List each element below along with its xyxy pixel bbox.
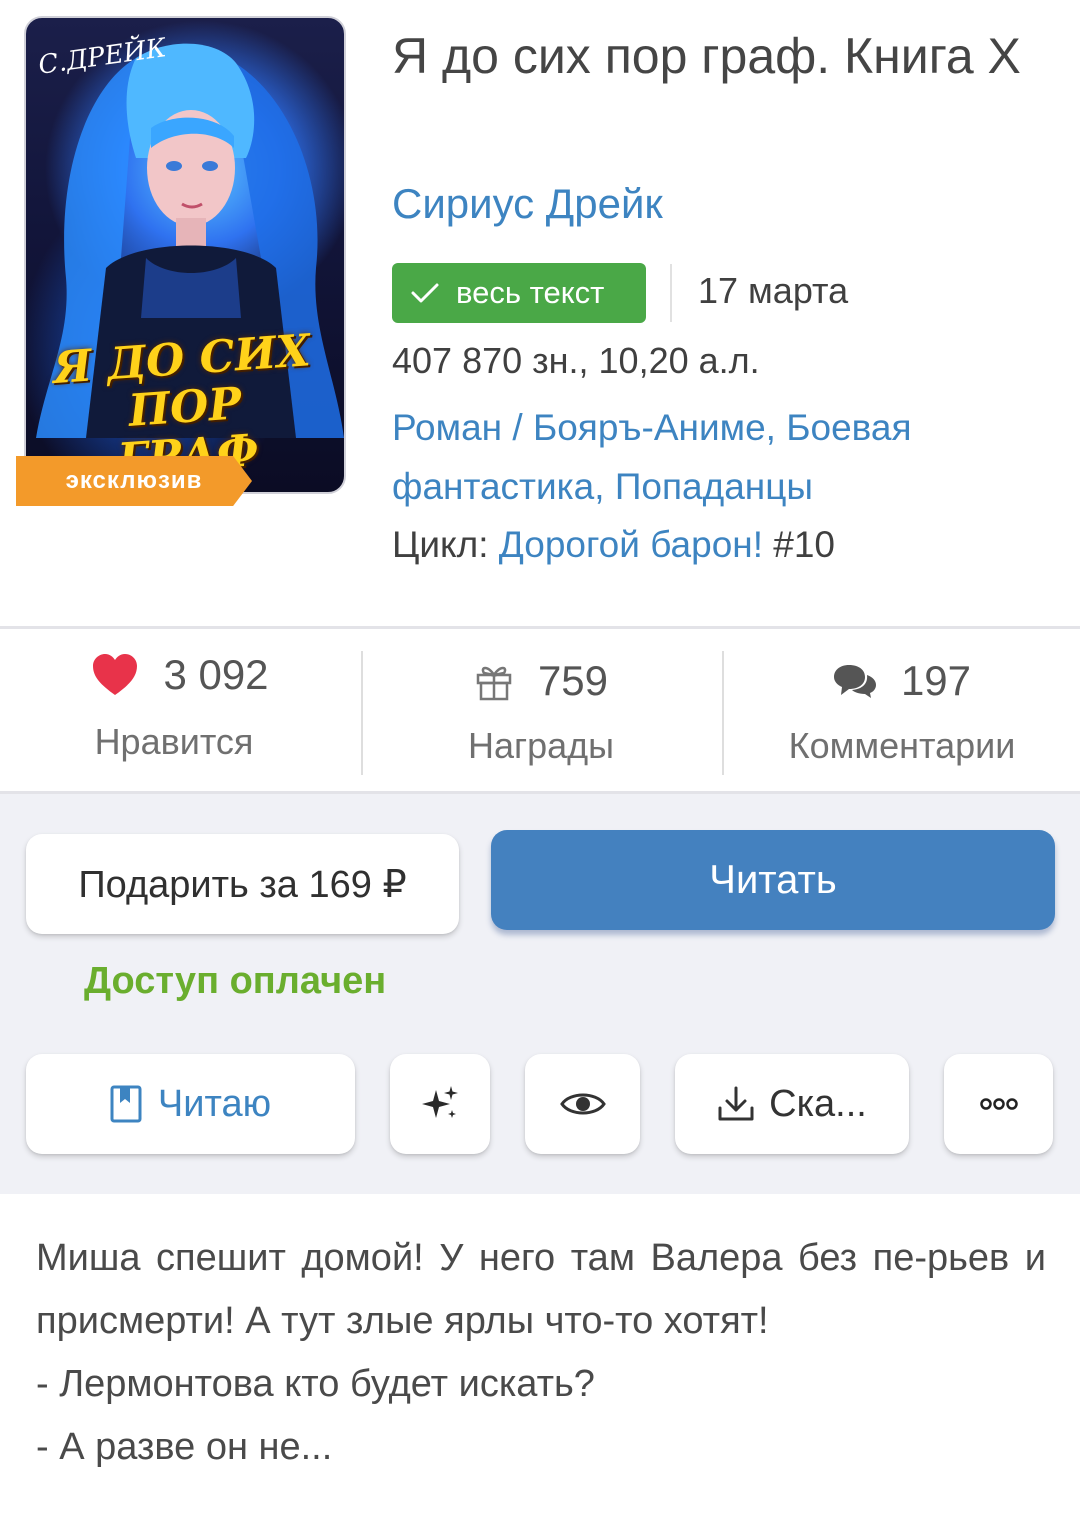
exclusive-badge: эксклюзив (16, 456, 252, 506)
book-description: Миша спешит домой! У него там Валера без… (0, 1194, 1080, 1522)
genre-separator: , (594, 466, 615, 507)
read-button[interactable]: Читать (491, 830, 1055, 930)
likes-count: 3 092 (163, 651, 269, 698)
genre-link[interactable]: Попаданцы (615, 466, 813, 507)
publish-date: 17 марта (698, 270, 849, 311)
gift-icon (476, 666, 512, 701)
cycle-link[interactable]: Дорогой барон! (499, 524, 763, 565)
genre-separator: , (765, 407, 787, 448)
eye-icon (559, 1093, 606, 1115)
divider (670, 264, 672, 322)
genre-link[interactable]: Роман (392, 407, 502, 448)
gift-button[interactable]: Подарить за 169 ₽ (26, 834, 459, 934)
sparkles-icon (422, 1086, 458, 1118)
genre-link[interactable]: Бояръ-Аниме (533, 407, 766, 448)
eye-button[interactable] (525, 1054, 640, 1154)
sparkles-button[interactable] (390, 1054, 490, 1154)
comments-count: 197 (900, 657, 972, 704)
check-icon (411, 283, 439, 303)
comments-icon (833, 665, 876, 698)
heart-icon (93, 654, 138, 695)
more-icon (979, 1098, 1018, 1110)
book-size: 407 870 зн., 10,20 а.л. (392, 340, 760, 381)
cycle-info: Цикл: Дорогой барон! #10 (392, 524, 835, 566)
likes-label: Нравится (94, 721, 254, 762)
book-header: С.ДРЕЙК Я ДО СИХ ПОР ГРАФ эксклюзив Я до… (0, 0, 1080, 626)
paid-status: Доступ оплачен (84, 960, 387, 1002)
reading-label: Читаю (157, 1082, 272, 1125)
download-label: Ска... (769, 1082, 867, 1125)
genre-separator: / (502, 407, 533, 448)
cycle-number: #10 (763, 524, 836, 565)
actions-panel: Подарить за 169 ₽ Читать Доступ оплачен … (0, 794, 1080, 1194)
book-title: Я до сих пор граф. Книга X (392, 28, 1021, 84)
book-cover[interactable]: С.ДРЕЙК Я ДО СИХ ПОР ГРАФ (24, 16, 346, 494)
description-paragraph: Миша спешит домой! У него там Валера без… (36, 1237, 1046, 1342)
cycle-label: Цикл: (392, 524, 499, 565)
download-button[interactable]: Ска... (675, 1054, 909, 1154)
genre-list: Роман / Бояръ-Аниме, Боевая фантастика, … (392, 398, 1042, 516)
status-badge: весь текст (392, 263, 646, 323)
reading-button[interactable]: Читаю (26, 1054, 355, 1154)
author-link[interactable]: Сириус Дрейк (392, 180, 663, 228)
comments-label: Комментарии (788, 725, 1016, 766)
download-icon (718, 1086, 754, 1121)
stats-bar: 3 092 Нравится 759 Награды 197 Комментар… (0, 626, 1080, 794)
stat-comments[interactable]: 197 Комментарии (722, 629, 1080, 791)
status-label: весь текст (456, 275, 605, 310)
awards-label: Награды (467, 725, 615, 766)
bookmark-icon (110, 1085, 142, 1123)
more-button[interactable] (944, 1054, 1053, 1154)
stat-awards[interactable]: 759 Награды (361, 629, 721, 791)
description-paragraph: - А разве он не... (36, 1426, 333, 1468)
stat-likes[interactable]: 3 092 Нравится (0, 629, 360, 791)
awards-count: 759 (537, 657, 609, 704)
description-paragraph: - Лермонтова кто будет искать? (36, 1363, 595, 1405)
